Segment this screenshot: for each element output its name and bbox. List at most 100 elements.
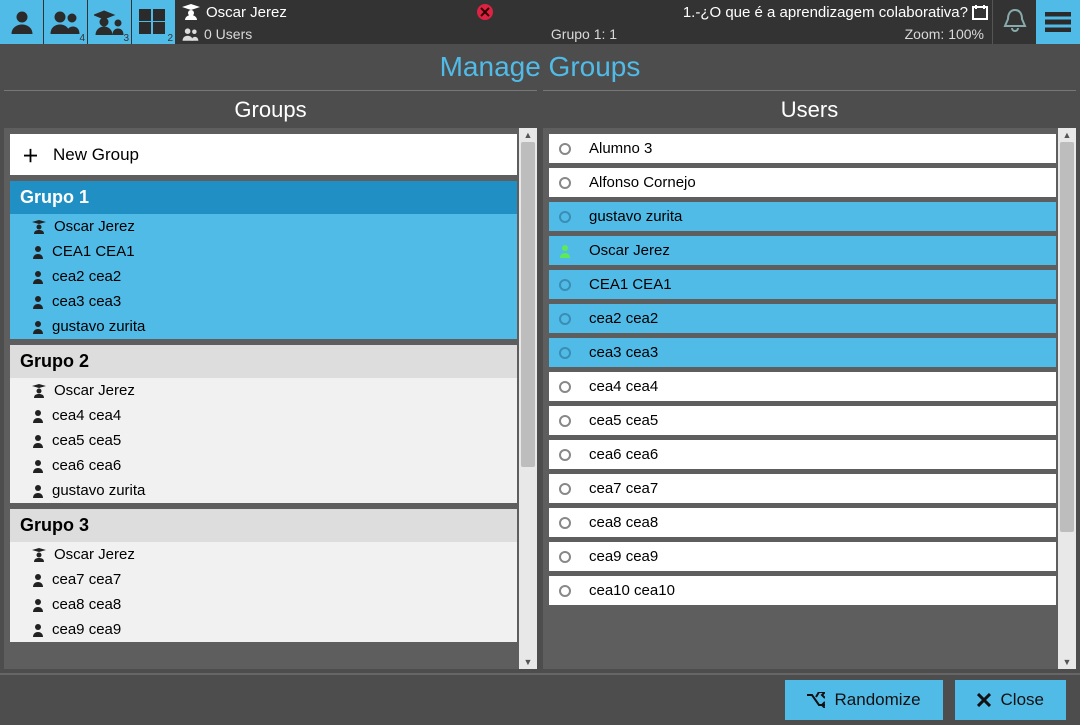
user-icon	[32, 459, 44, 473]
user-status-icon	[559, 279, 571, 291]
users-list[interactable]: Alumno 3 Alfonso Cornejo gustavo zurita Osc…	[543, 128, 1058, 669]
member-label: cea7 cea7	[52, 571, 121, 588]
shuffle-icon	[807, 692, 825, 708]
user-icon	[32, 434, 44, 448]
users-scrollbar[interactable]: ▲ ▼	[1058, 128, 1076, 669]
member-label: gustavo zurita	[52, 318, 145, 335]
user-label: Alfonso Cornejo	[589, 174, 696, 191]
member-label: CEA1 CEA1	[52, 243, 135, 260]
zoom-indicator: Zoom: 100%	[822, 26, 992, 42]
group-member[interactable]: cea5 cea5	[10, 428, 517, 453]
user-row[interactable]: cea3 cea3	[549, 338, 1056, 367]
randomize-button[interactable]: Randomize	[785, 680, 943, 720]
user-status-icon	[559, 211, 571, 223]
group-name[interactable]: Grupo 1	[10, 181, 517, 214]
user-label: cea5 cea5	[589, 412, 658, 429]
groups-list[interactable]: ＋ New Group Grupo 1 Oscar Jerez CEA1 CEA1 cea…	[4, 128, 519, 669]
member-label: cea4 cea4	[52, 407, 121, 424]
notifications-icon[interactable]	[992, 0, 1036, 44]
group-member[interactable]: CEA1 CEA1	[10, 239, 517, 264]
user-status-icon	[559, 347, 571, 359]
new-group-button[interactable]: ＋ New Group	[10, 134, 517, 175]
user-label: cea3 cea3	[589, 344, 658, 361]
user-row[interactable]: cea8 cea8	[549, 508, 1056, 537]
page-title: Manage Groups	[0, 44, 1080, 90]
member-label: Oscar Jerez	[54, 218, 135, 235]
group-member[interactable]: Oscar Jerez	[10, 542, 517, 567]
user-label: cea2 cea2	[589, 310, 658, 327]
nav-group-icon[interactable]: 4	[44, 0, 88, 44]
group-member[interactable]: cea2 cea2	[10, 264, 517, 289]
user-label: cea8 cea8	[589, 514, 658, 531]
groups-panel: Groups ＋New GroupGrupo 1Oscar JerezCEA1 …	[4, 90, 537, 669]
member-label: cea3 cea3	[52, 293, 121, 310]
lesson-title-text: 1.-¿O que é a aprendizagem colaborativa?	[683, 4, 968, 21]
user-label: cea10 cea10	[589, 582, 675, 599]
users-header: Users	[543, 90, 1076, 128]
member-label: gustavo zurita	[52, 482, 145, 499]
user-row[interactable]: Alfonso Cornejo	[549, 168, 1056, 197]
footer: Randomize Close	[0, 673, 1080, 725]
group-member[interactable]: cea8 cea8	[10, 592, 517, 617]
member-label: cea5 cea5	[52, 432, 121, 449]
user-label: cea9 cea9	[589, 548, 658, 565]
new-group-label: New Group	[53, 145, 139, 165]
teacher-icon	[32, 548, 46, 562]
user-label: cea4 cea4	[589, 378, 658, 395]
user-icon	[32, 598, 44, 612]
user-status-icon	[559, 381, 571, 393]
close-label: Close	[1001, 690, 1044, 710]
group-member[interactable]: cea4 cea4	[10, 403, 517, 428]
user-row[interactable]: gustavo zurita	[549, 202, 1056, 231]
user-row[interactable]: cea7 cea7	[549, 474, 1056, 503]
group-name[interactable]: Grupo 2	[10, 345, 517, 378]
user-status-icon	[559, 143, 571, 155]
top-bar: 4 3 2 Oscar Jerez	[0, 0, 1080, 44]
group-member[interactable]: gustavo zurita	[10, 314, 517, 339]
user-status-icon	[559, 551, 571, 563]
nav-tasks-icon[interactable]: 2	[132, 0, 176, 44]
member-label: cea2 cea2	[52, 268, 121, 285]
group-block[interactable]: Grupo 3 Oscar Jerez cea7 cea7 cea8 cea8cea9…	[10, 509, 517, 642]
plus-icon: ＋	[22, 142, 39, 167]
nav-user-icon[interactable]	[0, 0, 44, 44]
user-status-icon	[559, 449, 571, 461]
user-row[interactable]: cea9 cea9	[549, 542, 1056, 571]
instructor-label: Oscar Jerez	[176, 4, 287, 21]
member-label: Oscar Jerez	[54, 546, 135, 563]
user-row[interactable]: cea2 cea2	[549, 304, 1056, 333]
group-member[interactable]: cea7 cea7	[10, 567, 517, 592]
user-status-icon	[559, 483, 571, 495]
calendar-icon	[972, 4, 988, 20]
group-member[interactable]: gustavo zurita	[10, 478, 517, 503]
user-row[interactable]: cea10 cea10	[549, 576, 1056, 605]
user-row[interactable]: Alumno 3	[549, 134, 1056, 163]
user-icon	[32, 270, 44, 284]
connected-users-label: 0 Users	[176, 26, 346, 42]
group-member[interactable]: Oscar Jerez	[10, 214, 517, 239]
group-block[interactable]: Grupo 2Oscar Jerez cea4 cea4 cea5 cea5 cea6…	[10, 345, 517, 503]
group-block[interactable]: Grupo 1 Oscar Jerez CEA1 CEA1 cea2 cea2 cea3…	[10, 181, 517, 339]
user-row[interactable]: cea6 cea6	[549, 440, 1056, 469]
user-row[interactable]: cea5 cea5	[549, 406, 1056, 435]
group-member[interactable]: cea3 cea3	[10, 289, 517, 314]
groups-scrollbar[interactable]: ▲ ▼	[519, 128, 537, 669]
user-icon	[32, 623, 44, 637]
user-label: gustavo zurita	[589, 208, 682, 225]
close-icon	[977, 693, 991, 707]
user-row[interactable]: CEA1 CEA1	[549, 270, 1056, 299]
group-member[interactable]: cea9 cea9	[10, 617, 517, 642]
lesson-title[interactable]: 1.-¿O que é a aprendizagem colaborativa?	[683, 4, 992, 21]
close-button[interactable]: Close	[955, 680, 1066, 720]
menu-icon[interactable]	[1036, 0, 1080, 44]
user-row[interactable]: cea4 cea4	[549, 372, 1056, 401]
close-x-icon[interactable]	[470, 3, 500, 21]
user-row[interactable]: Oscar Jerez	[549, 236, 1056, 265]
user-icon	[32, 245, 44, 259]
user-label: cea7 cea7	[589, 480, 658, 497]
group-member[interactable]: cea6 cea6	[10, 453, 517, 478]
group-name[interactable]: Grupo 3	[10, 509, 517, 542]
nav-teachers-icon[interactable]: 3	[88, 0, 132, 44]
group-member[interactable]: Oscar Jerez	[10, 378, 517, 403]
user-icon	[32, 320, 44, 334]
